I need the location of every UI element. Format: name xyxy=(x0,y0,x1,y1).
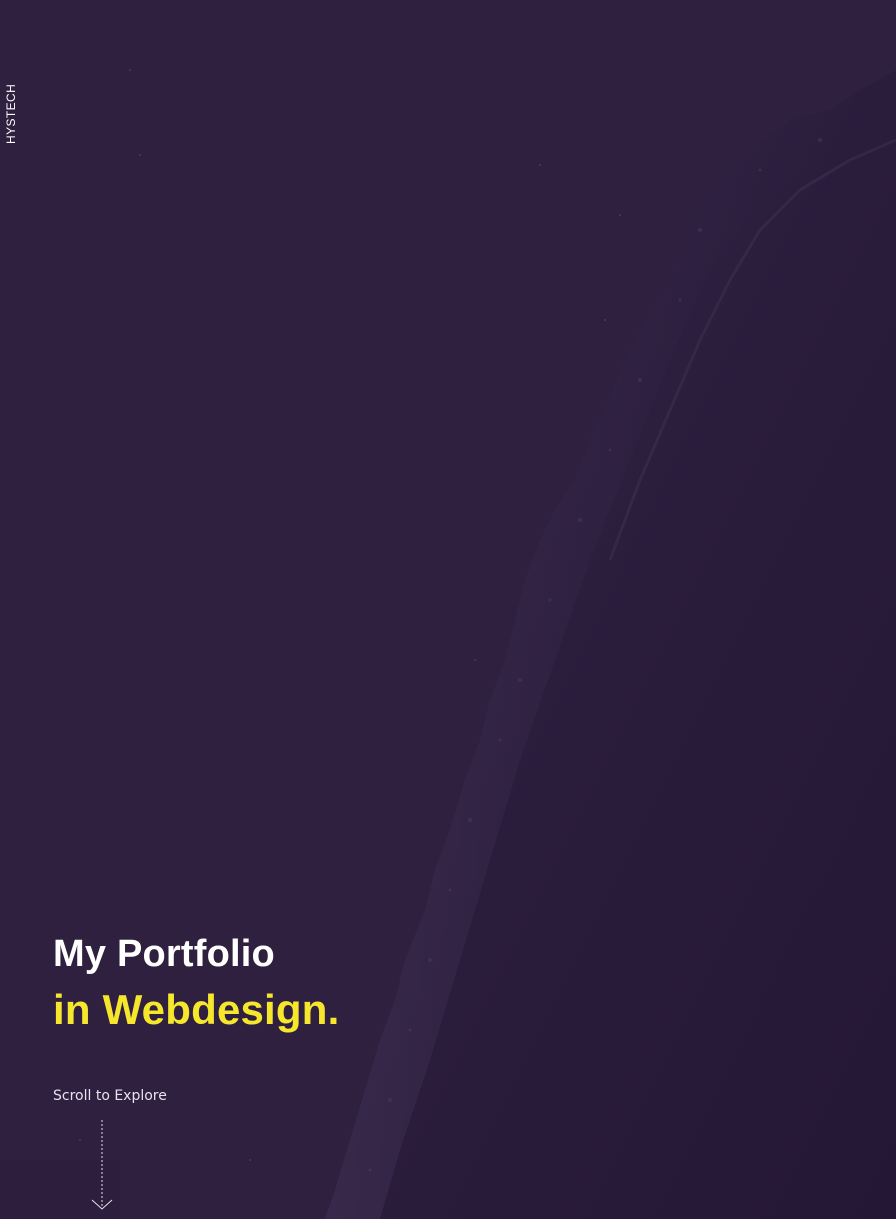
scroll-to-explore-link[interactable]: Scroll to Explore xyxy=(53,1087,167,1105)
arrow-down-icon[interactable] xyxy=(90,1120,114,1212)
hero-headline: My Portfolio in Webdesign. xyxy=(53,928,340,1040)
hero-title-line1: My Portfolio xyxy=(53,933,275,975)
brand-logo-text[interactable]: HYSTECH xyxy=(4,84,18,150)
hero-title-line2: in Webdesign. xyxy=(53,986,340,1033)
hero-section: HYSTECH My Portfolio in Webdesign. Scrol… xyxy=(0,0,896,1219)
